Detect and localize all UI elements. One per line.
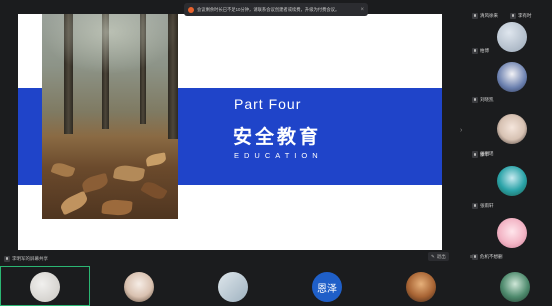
slide-title-cn: 安全教育 [233, 126, 322, 148]
slide-title-en: EDUCATION [234, 151, 323, 160]
participant-name: 清风徐来 [472, 13, 498, 19]
participant-name: 柏博 [472, 48, 489, 54]
pen-icon: ✎ [431, 253, 435, 259]
participant-name: 刘晓凯 [472, 97, 494, 103]
strip-tile[interactable] [94, 266, 184, 306]
close-icon[interactable]: × [360, 7, 364, 13]
strip-tile[interactable] [376, 266, 466, 306]
mic-icon [510, 13, 516, 19]
mic-icon [472, 152, 478, 158]
avatar [497, 218, 527, 248]
participant-strip: 恩泽 [0, 266, 552, 306]
avatar-text: 恩泽 [317, 283, 337, 295]
slide-band-left [18, 88, 42, 185]
collapse-sidebar-icon[interactable]: › [460, 127, 462, 134]
avatar [497, 62, 527, 92]
avatar [218, 272, 248, 302]
meeting-window: Part Four 安全教育 EDUCATION 会议剩余时长已不足10分钟，请… [0, 0, 552, 306]
slide-part-label: Part Four [234, 96, 302, 112]
participant-name: 张雨轩 [472, 203, 494, 209]
notice-text: 会议剩余时长已不足10分钟，请联系会议创建者或续费，升级为付费会议。 [197, 6, 340, 12]
strip-tile[interactable]: 恩泽 [282, 266, 372, 306]
avatar [124, 272, 154, 302]
share-status-text: 李明军的屏幕共享 [12, 256, 48, 261]
participant-name: 李有时 [510, 13, 532, 19]
mic-icon [4, 256, 10, 262]
avatar [500, 272, 530, 302]
mic-icon [472, 203, 478, 209]
share-status: 李明军的屏幕共享 [4, 256, 48, 262]
exit-button[interactable]: ✎ 退出 [428, 252, 449, 261]
avatar [497, 166, 527, 196]
strip-tile[interactable] [470, 266, 552, 306]
meeting-time-notice: 会议剩余时长已不足10分钟，请联系会议创建者或续费，升级为付费会议。 × [184, 3, 368, 16]
more-icon[interactable]: ≡ [470, 254, 473, 260]
avatar [406, 272, 436, 302]
participant-name: 滕华 [472, 152, 489, 158]
participant-name: 危机不想删 [472, 254, 503, 260]
strip-tile[interactable] [188, 266, 278, 306]
strip-tile[interactable] [0, 266, 90, 306]
avatar [497, 22, 527, 52]
shared-screen: Part Four 安全教育 EDUCATION [18, 14, 442, 250]
warning-icon [188, 6, 194, 13]
mic-icon [472, 13, 478, 19]
participant-sidebar: 清风徐来 李有时 柏博 刘晓凯 张明瑶 张雨轩 危机不想删 滕华 [452, 0, 552, 262]
mic-icon [472, 48, 478, 54]
avatar [30, 272, 60, 302]
slide-photo [42, 14, 178, 219]
avatar: 恩泽 [312, 272, 342, 302]
avatar [497, 114, 527, 144]
mic-icon [472, 97, 478, 103]
